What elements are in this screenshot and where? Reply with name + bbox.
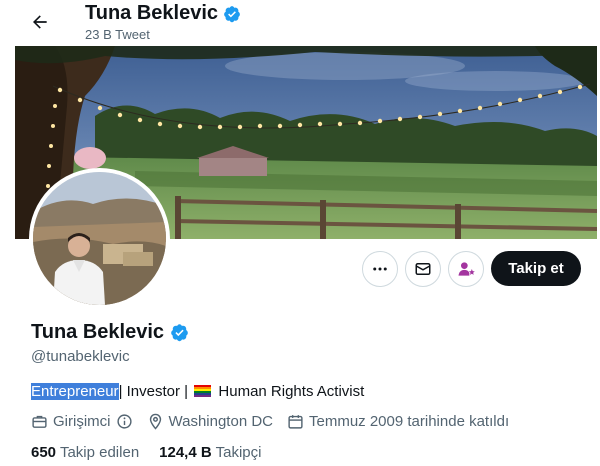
bio-text-2: Human Rights Activist [218, 383, 365, 400]
briefcase-icon [32, 415, 47, 428]
following-count: 650 [31, 444, 57, 461]
profile-handle: @tunabeklevic [31, 348, 130, 365]
profile-name-row: Tuna Beklevic [31, 321, 189, 344]
header-title-row: Tuna Beklevic [85, 2, 241, 25]
meta-location: Washington DC [147, 413, 274, 430]
joined-label: Temmuz 2009 tarihinde katıldı [309, 413, 510, 430]
followers-count: 124,4 B [159, 444, 212, 461]
profile-name: Tuna Beklevic [31, 321, 165, 343]
tweet-count: 23 B Tweet [85, 27, 150, 42]
following-label: Takip edilen [59, 444, 140, 461]
message-icon [415, 263, 431, 275]
location-label: Washington DC [168, 413, 274, 430]
verified-badge-icon[interactable] [170, 323, 189, 342]
subscribe-icon [458, 262, 475, 276]
more-icon [373, 267, 387, 271]
profile-meta: Girişimci Washington DC Temmuz 2009 tari… [31, 413, 523, 430]
subscribe-button[interactable] [448, 251, 484, 287]
message-button[interactable] [405, 251, 441, 287]
header-title: Tuna Beklevic [85, 2, 219, 24]
category-label: Girişimci [53, 413, 111, 430]
top-bar: Tuna Beklevic 23 B Tweet [0, 0, 600, 46]
followers-label: Takipçi [215, 444, 262, 461]
profile-bio: Entrepreneur| Investor | Human Rights Ac… [31, 383, 364, 400]
more-button[interactable] [362, 251, 398, 287]
back-button[interactable] [26, 8, 54, 36]
follow-button[interactable]: Takip et [491, 251, 581, 286]
following-link[interactable]: 650 Takip edilen [31, 444, 139, 461]
profile-stats: 650 Takip edilen 124,4 B Takipçi [31, 444, 261, 461]
bio-text-1: | Investor | [118, 383, 189, 400]
calendar-icon [288, 415, 303, 429]
info-icon[interactable] [116, 413, 133, 430]
avatar[interactable] [29, 168, 170, 309]
avatar-image [33, 172, 166, 305]
verified-badge-icon [224, 5, 240, 22]
bio-selected-text: Entrepreneur [31, 383, 119, 400]
followers-link[interactable]: 124,4 B Takipçi [159, 444, 261, 461]
meta-category: Girişimci [31, 413, 133, 430]
meta-joined: Temmuz 2009 tarihinde katıldı [287, 413, 509, 430]
location-pin-icon [149, 413, 161, 430]
rainbow-flag-icon [194, 385, 212, 397]
back-arrow-icon [33, 15, 47, 29]
